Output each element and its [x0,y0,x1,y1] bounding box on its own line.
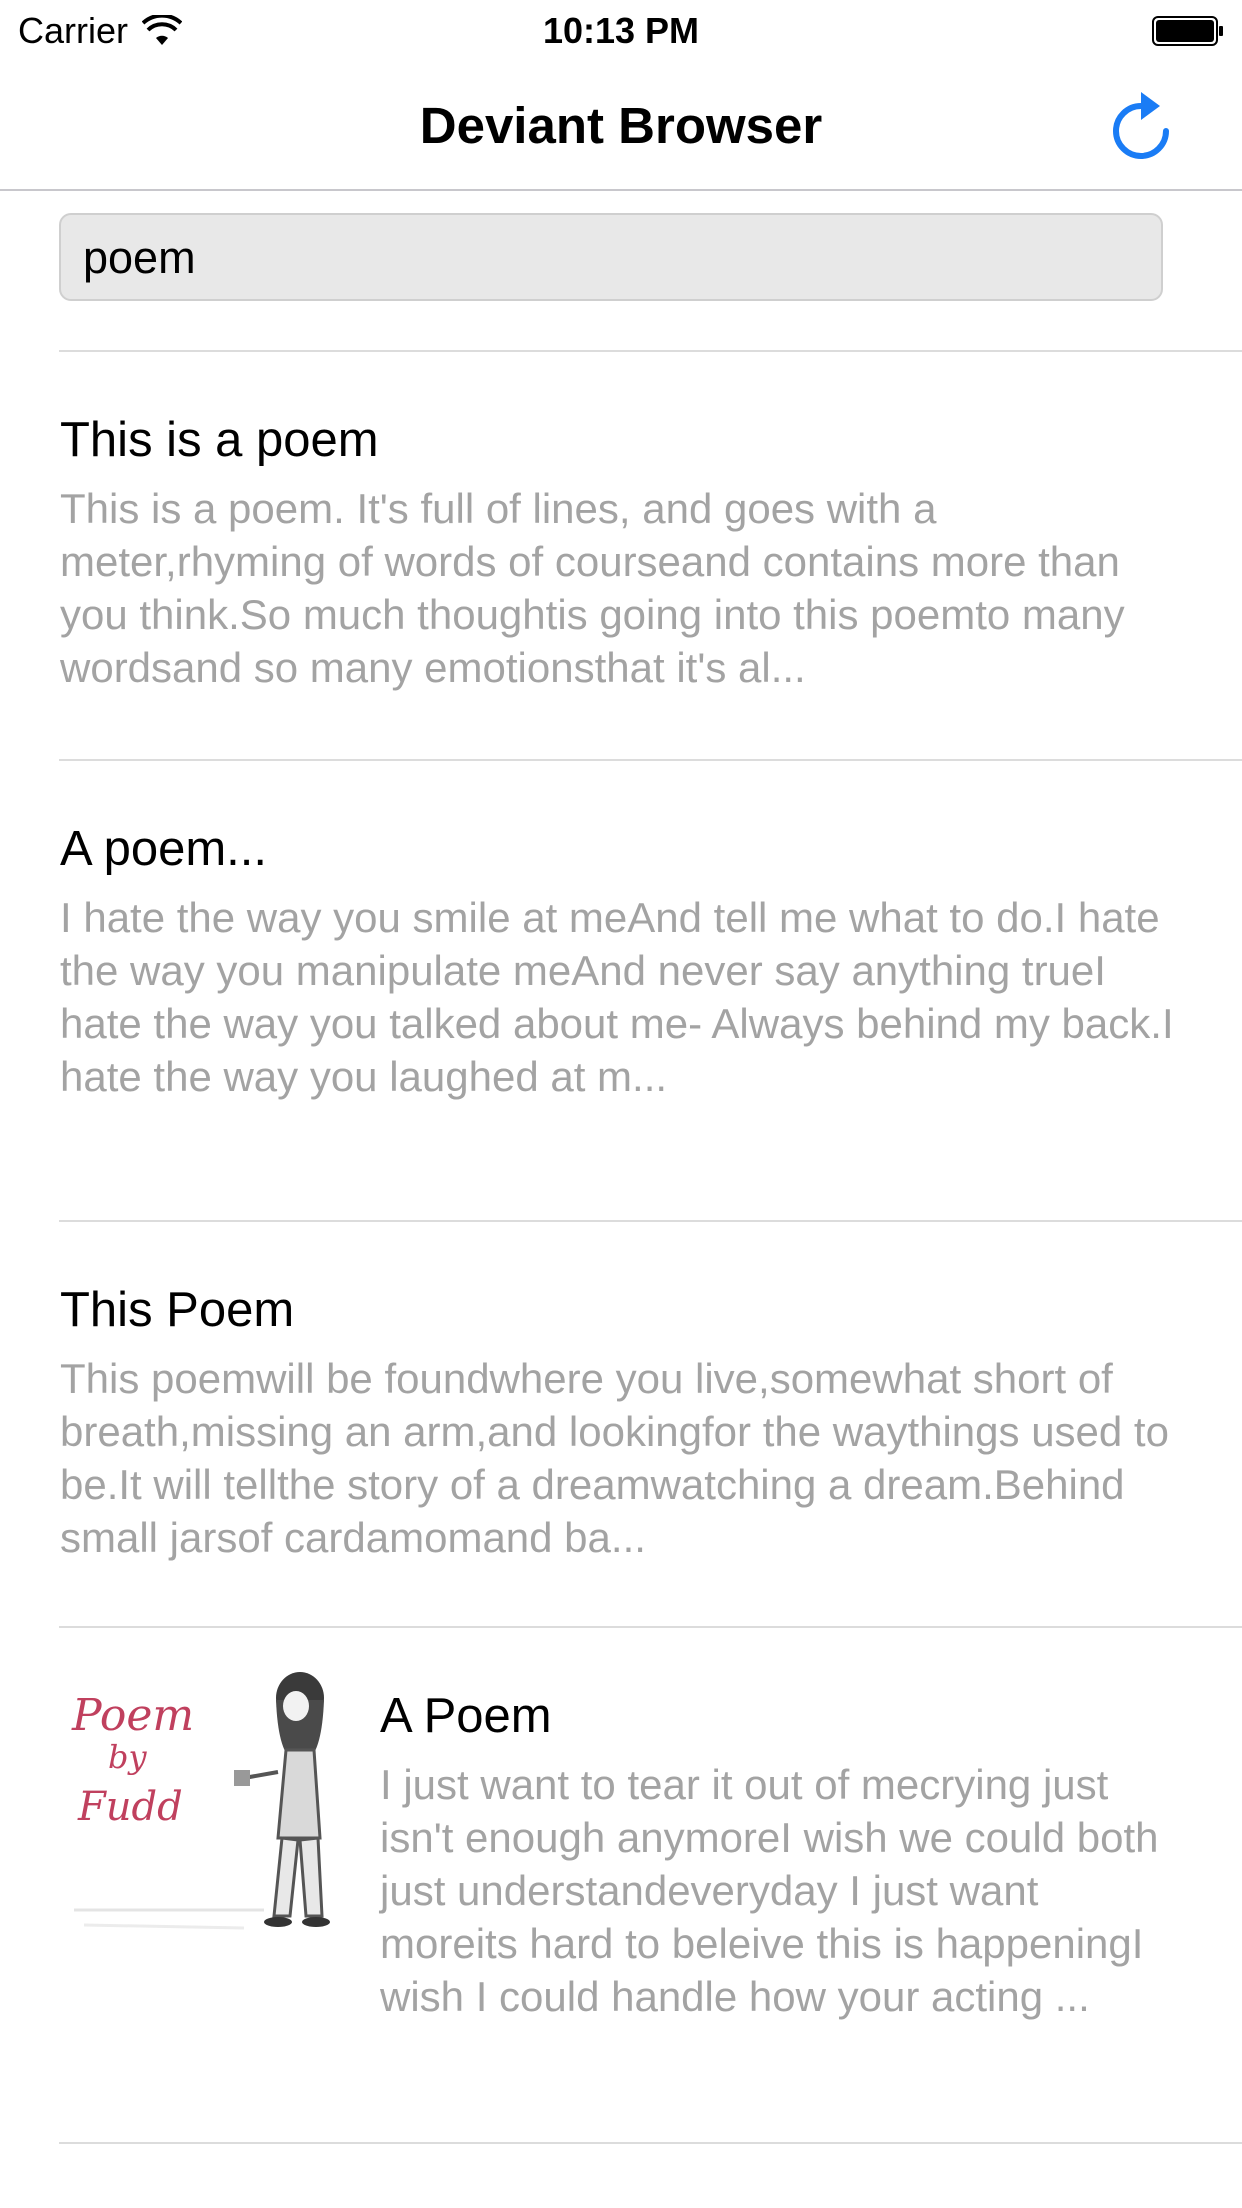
divider [59,2142,1242,2144]
nav-title: Deviant Browser [419,97,823,154]
result-excerpt: I hate the way you smile at meAnd tell m… [60,894,1174,1100]
refresh-icon[interactable] [1106,88,1176,164]
search-input[interactable] [81,215,1145,301]
status-bar: Carrier 10:13 PM [0,0,1242,60]
result-title: This Poem [60,1283,295,1337]
search-field[interactable] [59,213,1163,301]
result-title: A poem... [60,822,268,876]
result-thumbnail: Poem by Fudd [64,1660,354,1950]
result-row[interactable]: A poem... I hate the way you smile at me… [0,761,1242,1220]
result-excerpt: This poemwill be foundwhere you live,som… [60,1355,1169,1561]
result-title: This is a poem [60,413,379,467]
thumbnail-title: Poem [71,1690,194,1741]
battery-icon [1152,16,1223,46]
thumbnail-author: Fudd [77,1784,183,1830]
result-row[interactable]: This Poem This poemwill be foundwhere yo… [0,1222,1242,1626]
thumbnail-by: by [108,1738,147,1776]
result-excerpt: This is a poem. It's full of lines, and … [60,485,1125,691]
result-row[interactable]: This is a poem This is a poem. It's full… [0,352,1242,759]
navigation-bar: Deviant Browser [0,60,1242,191]
result-row[interactable]: Poem by Fudd A Poem I just want to tear … [0,1628,1242,2142]
result-title: A Poem [380,1689,552,1743]
status-time: 10:13 PM [542,10,700,51]
result-excerpt: I just want to tear it out of mecrying j… [380,1761,1159,2020]
